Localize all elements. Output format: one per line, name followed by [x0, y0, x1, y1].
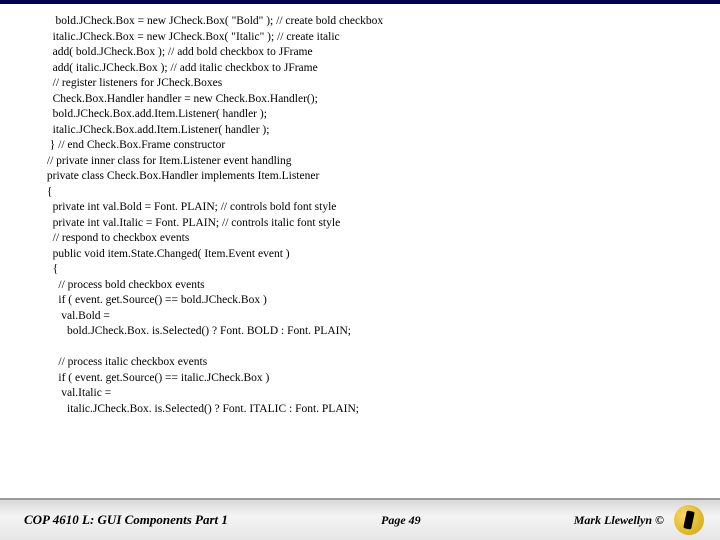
- code-line: add( bold.JCheck.Box ); // add bold chec…: [44, 45, 700, 61]
- code-line: Check.Box.Handler handler = new Check.Bo…: [44, 92, 700, 108]
- code-line: // private inner class for Item.Listener…: [44, 154, 700, 170]
- code-line: public void item.State.Changed( Item.Eve…: [44, 247, 700, 263]
- code-line: private int val.Bold = Font. PLAIN; // c…: [44, 200, 700, 216]
- code-line: // register listeners for JCheck.Boxes: [44, 76, 700, 92]
- code-line: add( italic.JCheck.Box ); // add italic …: [44, 61, 700, 77]
- slide-footer: COP 4610 L: GUI Components Part 1 Page 4…: [0, 498, 720, 540]
- ucf-logo-icon: [674, 505, 704, 535]
- code-line: italic.JCheck.Box = new JCheck.Box( "Ita…: [44, 30, 700, 46]
- page-number: Page 49: [381, 513, 421, 528]
- author-credit: Mark Llewellyn ©: [574, 513, 664, 528]
- code-line: if ( event. get.Source() == bold.JCheck.…: [44, 293, 700, 309]
- code-line: // respond to checkbox events: [44, 231, 700, 247]
- code-line: } // end Check.Box.Frame constructor: [44, 138, 700, 154]
- code-line: bold.JCheck.Box = new JCheck.Box( "Bold"…: [44, 14, 700, 30]
- course-title: COP 4610 L: GUI Components Part 1: [24, 512, 228, 528]
- code-line: {: [44, 262, 700, 278]
- code-line: val.Italic =: [44, 386, 700, 402]
- code-block: bold.JCheck.Box = new JCheck.Box( "Bold"…: [44, 14, 700, 417]
- code-line: {: [44, 185, 700, 201]
- code-line: private int val.Italic = Font. PLAIN; //…: [44, 216, 700, 232]
- code-line: italic.JCheck.Box.add.Item.Listener( han…: [44, 123, 700, 139]
- code-line: italic.JCheck.Box. is.Selected() ? Font.…: [44, 402, 700, 418]
- code-line: [44, 340, 700, 356]
- code-line: bold.JCheck.Box.add.Item.Listener( handl…: [44, 107, 700, 123]
- code-line: // process italic checkbox events: [44, 355, 700, 371]
- code-line: val.Bold =: [44, 309, 700, 325]
- code-line: if ( event. get.Source() == italic.JChec…: [44, 371, 700, 387]
- code-line: private class Check.Box.Handler implemen…: [44, 169, 700, 185]
- code-line: // process bold checkbox events: [44, 278, 700, 294]
- code-line: bold.JCheck.Box. is.Selected() ? Font. B…: [44, 324, 700, 340]
